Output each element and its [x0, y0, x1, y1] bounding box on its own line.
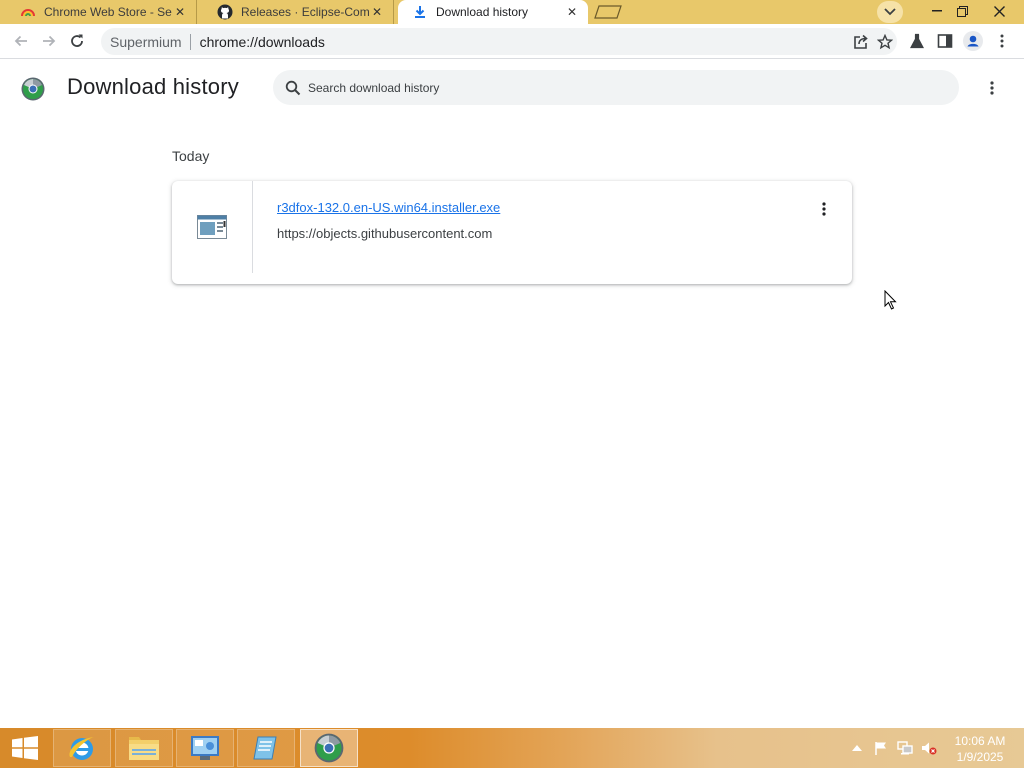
- taskbar-app-control-panel[interactable]: [176, 729, 234, 767]
- search-icon: [284, 79, 302, 97]
- taskbar-app-supermium[interactable]: [300, 729, 358, 767]
- profile-button[interactable]: [961, 29, 985, 53]
- side-panel-icon: [937, 34, 953, 48]
- page-title: Download history: [67, 74, 239, 99]
- restore-button[interactable]: [945, 0, 979, 22]
- browser-menu-button[interactable]: [990, 29, 1014, 53]
- download-icon: [412, 4, 428, 20]
- supermium-logo: [21, 77, 45, 101]
- arrow-left-icon: [14, 35, 27, 47]
- file-name-link[interactable]: r3dfox-132.0.en-US.win64.installer.exe: [277, 200, 500, 215]
- ie-icon: [69, 737, 94, 760]
- tab-title: Chrome Web Store - Se: [44, 5, 172, 19]
- page-menu-button[interactable]: [980, 76, 1004, 100]
- windows-logo-icon: [12, 736, 38, 760]
- taskbar-app-explorer[interactable]: [115, 729, 173, 767]
- reload-icon: [71, 34, 83, 47]
- close-window-button[interactable]: [982, 0, 1016, 22]
- close-icon[interactable]: ✕: [564, 4, 580, 20]
- more-vert-icon: [822, 202, 826, 216]
- flask-icon: [910, 33, 924, 49]
- site-name: Supermium: [101, 33, 191, 50]
- arrow-right-icon: [43, 35, 56, 47]
- github-icon: [217, 4, 233, 20]
- downloads-page: Download history Today r3dfox-132.0.en-U…: [0, 60, 1024, 728]
- clock-time: 10:06 AM: [954, 734, 1006, 748]
- file-source-url: https://objects.githubusercontent.com: [277, 226, 493, 241]
- close-icon[interactable]: ✕: [172, 4, 188, 20]
- search-input[interactable]: [308, 80, 908, 95]
- start-button[interactable]: [0, 728, 50, 768]
- more-vert-icon: [990, 81, 994, 95]
- close-icon[interactable]: ✕: [369, 4, 385, 20]
- url-text[interactable]: chrome://downloads: [191, 34, 849, 50]
- download-item: r3dfox-132.0.en-US.win64.installer.exe h…: [172, 181, 852, 284]
- address-bar[interactable]: Supermium chrome://downloads: [101, 28, 897, 55]
- tab-releases[interactable]: Releases · Eclipse-Com ✕: [197, 0, 394, 24]
- system-clock[interactable]: 10:06 AM 1/9/2025: [944, 733, 1016, 765]
- mouse-cursor: [884, 290, 897, 310]
- tab-title: Download history: [436, 5, 529, 19]
- bookmark-star-icon[interactable]: [873, 30, 897, 54]
- clock-date: 1/9/2025: [956, 750, 1004, 764]
- show-hidden-icons-button[interactable]: [849, 740, 865, 756]
- tab-title: Releases · Eclipse-Com: [241, 5, 369, 19]
- installer-file-icon: [197, 215, 227, 239]
- side-panel-button[interactable]: [933, 29, 957, 53]
- item-menu-button[interactable]: [812, 197, 836, 221]
- more-vert-icon: [1000, 34, 1004, 48]
- tab-search-button[interactable]: [877, 1, 903, 23]
- supermium-icon: [314, 733, 344, 763]
- new-tab-button[interactable]: [594, 5, 622, 19]
- network-icon[interactable]: [897, 740, 913, 756]
- share-icon[interactable]: [849, 30, 873, 54]
- taskbar: 10:06 AM 1/9/2025: [0, 728, 1024, 768]
- taskbar-app-notepad[interactable]: [237, 729, 295, 767]
- file-icon-column: [172, 181, 253, 273]
- browser-toolbar: Supermium chrome://downloads: [0, 24, 1024, 59]
- flag-icon: [875, 742, 886, 755]
- avatar: [963, 31, 983, 51]
- file-explorer-icon: [129, 737, 159, 760]
- chevron-up-icon: [852, 745, 862, 751]
- taskbar-app-ie[interactable]: [53, 729, 111, 767]
- tab-download-history[interactable]: Download history ✕: [398, 0, 588, 24]
- tab-chrome-web-store[interactable]: Chrome Web Store - Se ✕: [0, 0, 197, 24]
- tab-strip: Chrome Web Store - Se ✕ Releases · Eclip…: [0, 0, 1024, 24]
- date-heading: Today: [172, 148, 210, 164]
- rainbow-icon: [20, 4, 36, 20]
- notepad-icon: [253, 736, 277, 760]
- chevron-down-icon: [884, 8, 896, 16]
- search-bar[interactable]: [273, 70, 959, 105]
- action-center-icon[interactable]: [873, 740, 889, 756]
- reload-button[interactable]: [65, 29, 89, 53]
- volume-muted-icon[interactable]: [921, 740, 937, 756]
- labs-button[interactable]: [905, 29, 929, 53]
- forward-button[interactable]: [37, 29, 61, 53]
- back-button[interactable]: [9, 29, 33, 53]
- control-panel-icon: [191, 736, 219, 760]
